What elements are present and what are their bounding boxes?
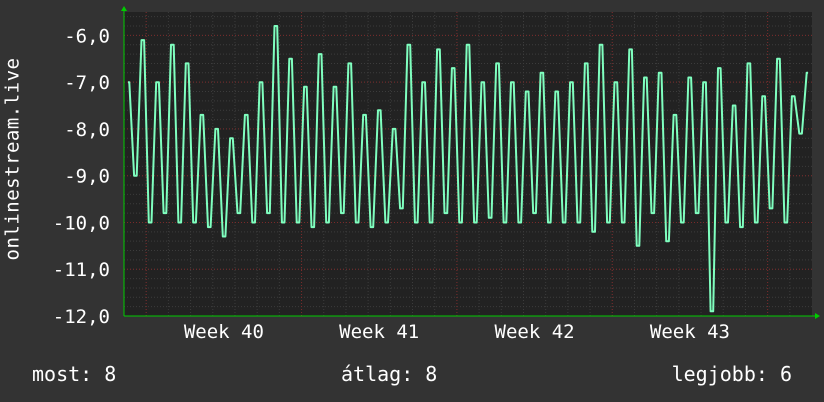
legend-current: most: 8 (32, 362, 117, 386)
y-axis-title-text: onlinestream.live (1, 57, 23, 261)
y-tick-label: -9,0 (64, 166, 110, 188)
y-tick-label: -7,0 (64, 72, 110, 94)
y-axis-arrow (121, 6, 127, 11)
y-tick-label: -11,0 (53, 259, 110, 281)
legend-average: átlag: 8 (341, 362, 438, 386)
y-axis-title: onlinestream.live (0, 0, 24, 318)
x-tick-label: Week 41 (339, 321, 419, 343)
chart-svg: -6,0-7,0-8,0-9,0-10,0-11,0-12,0 Week 40 W… (53, 6, 820, 343)
chart-frame: -6,0 -7,0 -8,0 -9,0 -10,0 -11,0 -12,0 Week 40 W… (0, 0, 824, 402)
legend-best: legjobb: 6 (671, 362, 792, 386)
y-tick-label: -10,0 (53, 212, 110, 234)
x-axis-arrow (815, 313, 820, 319)
x-tick-label: Week 43 (650, 321, 730, 343)
x-axis-ticks: Week 40 Week 41 Week 42 Week 43 (184, 321, 730, 343)
y-axis-ticks: -6,0 -7,0 -8,0 -9,0 -10,0 -11,0 -12,0 (53, 25, 110, 328)
y-tick-label: -12,0 (53, 306, 110, 328)
x-tick-label: Week 42 (495, 321, 575, 343)
y-tick-label: -8,0 (64, 119, 110, 141)
y-tick-label: -6,0 (64, 25, 110, 47)
x-tick-label: Week 40 (184, 321, 264, 343)
